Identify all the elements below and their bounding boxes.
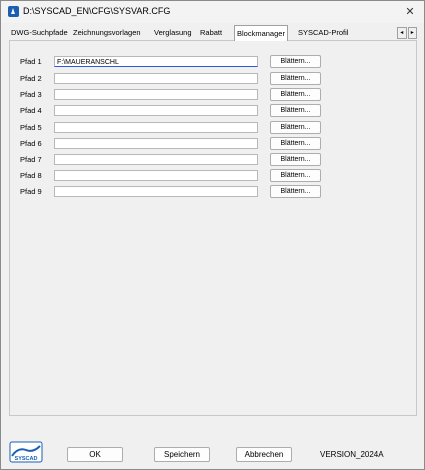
- ok-button[interactable]: OK: [67, 447, 123, 462]
- tab-verglasung[interactable]: Verglasung: [152, 27, 194, 39]
- close-button[interactable]: ✕: [402, 4, 418, 20]
- path-row: Pfad 2 Blättern...: [10, 72, 416, 85]
- logo-text: SYSCAD: [15, 456, 38, 462]
- title-bar[interactable]: D:\SYSCAD_EN\CFG\SYSVAR.CFG ✕: [1, 1, 424, 23]
- blockmanager-panel: Pfad 1 F:\MAUERANSCHL Blättern... Pfad 2…: [9, 40, 417, 416]
- tab-dwg-suchpfade[interactable]: DWG-Suchpfade: [9, 27, 70, 39]
- path-6-input[interactable]: [54, 138, 258, 149]
- path-label: Pfad 5: [20, 123, 42, 132]
- path-label: Pfad 1: [20, 57, 42, 66]
- browse-3-button[interactable]: Blättern...: [270, 88, 321, 101]
- path-row: Pfad 4 Blättern...: [10, 104, 416, 117]
- tab-rabatt[interactable]: Rabatt: [198, 27, 224, 39]
- path-row: Pfad 5 Blättern...: [10, 121, 416, 134]
- path-5-input[interactable]: [54, 122, 258, 133]
- path-row: Pfad 1 F:\MAUERANSCHL Blättern...: [10, 55, 416, 68]
- path-row: Pfad 9 Blättern...: [10, 185, 416, 198]
- save-button[interactable]: Speichern: [154, 447, 210, 462]
- tab-syscad-profil[interactable]: SYSCAD-Profil: [296, 27, 350, 39]
- tab-scroll: ◂ ▸: [396, 27, 417, 39]
- path-row: Pfad 8 Blättern...: [10, 169, 416, 182]
- version-label: VERSION_2024A: [320, 450, 384, 459]
- path-label: Pfad 4: [20, 106, 42, 115]
- tab-scroll-left-icon[interactable]: ◂: [397, 27, 407, 39]
- tab-blockmanager[interactable]: Blockmanager: [234, 25, 288, 41]
- tab-scroll-right-icon[interactable]: ▸: [407, 27, 417, 39]
- browse-2-button[interactable]: Blättern...: [270, 72, 321, 85]
- path-7-input[interactable]: [54, 154, 258, 165]
- path-label: Pfad 9: [20, 187, 42, 196]
- dialog-window: D:\SYSCAD_EN\CFG\SYSVAR.CFG ✕ DWG-Suchpf…: [0, 0, 425, 470]
- path-row: Pfad 3 Blättern...: [10, 88, 416, 101]
- browse-8-button[interactable]: Blättern...: [270, 169, 321, 182]
- syscad-logo-icon: SYSCAD: [9, 441, 43, 463]
- path-row: Pfad 7 Blättern...: [10, 153, 416, 166]
- path-row: Pfad 6 Blättern...: [10, 137, 416, 150]
- path-1-input[interactable]: F:\MAUERANSCHL: [54, 56, 258, 67]
- tab-zeichnungsvorlagen[interactable]: Zeichnungsvorlagen: [71, 27, 143, 39]
- path-label: Pfad 3: [20, 90, 42, 99]
- browse-7-button[interactable]: Blättern...: [270, 153, 321, 166]
- path-3-input[interactable]: [54, 89, 258, 100]
- browse-6-button[interactable]: Blättern...: [270, 137, 321, 150]
- browse-1-button[interactable]: Blättern...: [270, 55, 321, 68]
- cancel-button[interactable]: Abbrechen: [236, 447, 292, 462]
- path-label: Pfad 7: [20, 155, 42, 164]
- app-icon: [8, 6, 19, 17]
- browse-9-button[interactable]: Blättern...: [270, 185, 321, 198]
- path-label: Pfad 8: [20, 171, 42, 180]
- tab-strip: DWG-Suchpfade Zeichnungsvorlagen Verglas…: [9, 25, 419, 41]
- browse-5-button[interactable]: Blättern...: [270, 121, 321, 134]
- path-2-input[interactable]: [54, 73, 258, 84]
- window-title: D:\SYSCAD_EN\CFG\SYSVAR.CFG: [23, 6, 171, 16]
- path-label: Pfad 2: [20, 74, 42, 83]
- path-4-input[interactable]: [54, 105, 258, 116]
- browse-4-button[interactable]: Blättern...: [270, 104, 321, 117]
- syscad-logo: SYSCAD: [9, 441, 43, 463]
- path-label: Pfad 6: [20, 139, 42, 148]
- path-9-input[interactable]: [54, 186, 258, 197]
- path-8-input[interactable]: [54, 170, 258, 181]
